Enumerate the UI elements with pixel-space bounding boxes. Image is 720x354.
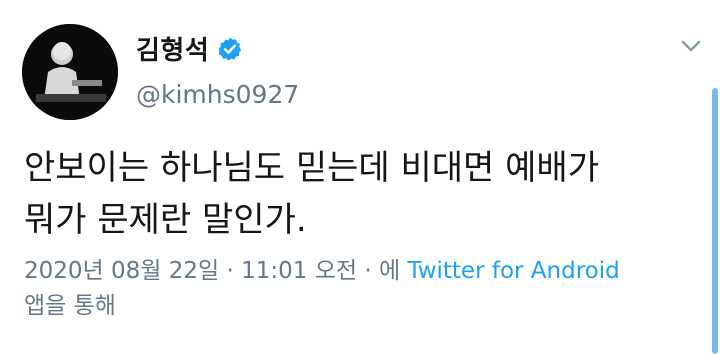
- via-suffix: 앱을 통해: [24, 293, 116, 319]
- tweet-text-line: 안보이는 하나님도 믿는데 비대면 예배가: [24, 148, 599, 188]
- avatar[interactable]: [22, 24, 118, 120]
- user-handle[interactable]: @kimhs0927: [136, 80, 299, 109]
- tweet-time[interactable]: 11:01 오전: [241, 258, 357, 284]
- author-row: 김형석: [136, 30, 243, 67]
- tweet-text: 안보이는 하나님도 믿는데 비대면 예배가 뭐가 문제란 말인가.: [24, 142, 694, 246]
- via-prefix: 에: [378, 258, 401, 284]
- tweet-metadata: 2020년 08월 22일 · 11:01 오전 · 에 Twitter for…: [24, 254, 694, 324]
- scrollbar[interactable]: [712, 88, 718, 354]
- tweet-date[interactable]: 2020년 08월 22일: [24, 258, 219, 284]
- avatar-photo: [22, 24, 118, 120]
- separator: ·: [364, 258, 372, 284]
- tweet-text-line: 뭐가 문제란 말인가.: [24, 200, 307, 240]
- separator: ·: [226, 258, 234, 284]
- display-name[interactable]: 김형석: [136, 30, 209, 67]
- tweet-card: 김형석 @kimhs0927 안보이는 하나님도 믿는데 비대면 예배가 뭐가 …: [0, 0, 720, 354]
- verified-badge-icon: [217, 36, 243, 62]
- source-link[interactable]: Twitter for Android: [407, 258, 619, 284]
- chevron-down-icon[interactable]: [676, 36, 706, 56]
